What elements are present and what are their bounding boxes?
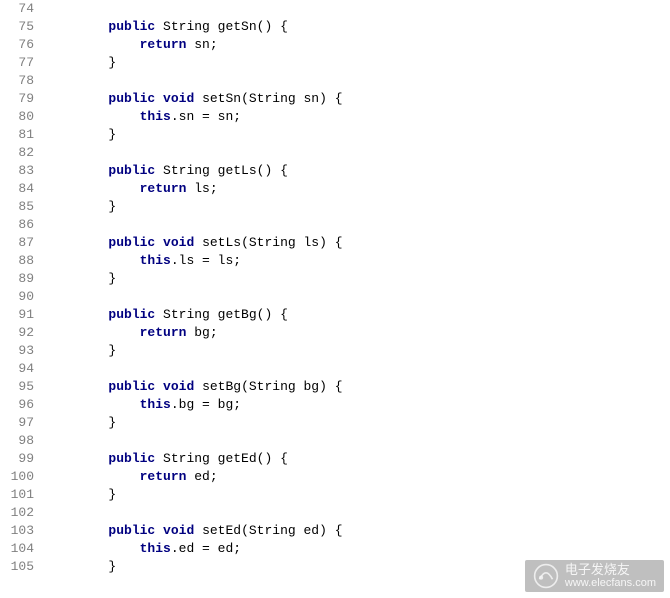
line-number: 74 [0,0,34,18]
code-line[interactable]: this.ls = ls; [46,252,343,270]
keyword: public [108,19,155,34]
keyword: void [163,379,194,394]
keyword: void [163,91,194,106]
line-number: 89 [0,270,34,288]
keyword: public [108,91,155,106]
keyword: return [140,181,187,196]
line-number: 98 [0,432,34,450]
keyword: return [140,469,187,484]
code-line[interactable]: return ls; [46,180,343,198]
line-number: 102 [0,504,34,522]
code-line[interactable]: return sn; [46,36,343,54]
code-area[interactable]: public String getSn() { return sn; } pub… [40,0,343,576]
code-line[interactable]: } [46,270,343,288]
line-number: 95 [0,378,34,396]
code-line[interactable]: } [46,126,343,144]
code-line[interactable]: } [46,414,343,432]
code-line[interactable] [46,288,343,306]
code-line[interactable] [46,360,343,378]
line-number: 96 [0,396,34,414]
line-number: 88 [0,252,34,270]
code-line[interactable]: } [46,342,343,360]
code-line[interactable] [46,0,343,18]
code-line[interactable]: public void setBg(String bg) { [46,378,343,396]
keyword: public [108,235,155,250]
line-number: 81 [0,126,34,144]
line-number: 90 [0,288,34,306]
code-line[interactable]: public void setLs(String ls) { [46,234,343,252]
keyword: public [108,451,155,466]
keyword: this [140,253,171,268]
keyword: void [163,523,194,538]
code-line[interactable]: public void setEd(String ed) { [46,522,343,540]
line-number: 101 [0,486,34,504]
line-number: 91 [0,306,34,324]
code-line[interactable] [46,144,343,162]
code-line[interactable]: public void setSn(String sn) { [46,90,343,108]
line-number: 76 [0,36,34,54]
line-number: 99 [0,450,34,468]
code-line[interactable]: } [46,198,343,216]
keyword: return [140,325,187,340]
code-line[interactable]: this.bg = bg; [46,396,343,414]
line-number: 105 [0,558,34,576]
code-line[interactable] [46,432,343,450]
keyword: this [140,109,171,124]
keyword: return [140,37,187,52]
line-number: 104 [0,540,34,558]
line-number: 84 [0,180,34,198]
code-line[interactable]: public String getSn() { [46,18,343,36]
code-line[interactable]: return bg; [46,324,343,342]
code-line[interactable]: public String getEd() { [46,450,343,468]
line-number: 103 [0,522,34,540]
keyword: public [108,379,155,394]
line-number: 83 [0,162,34,180]
code-line[interactable]: return ed; [46,468,343,486]
code-line[interactable] [46,216,343,234]
line-number: 93 [0,342,34,360]
code-line[interactable]: public String getLs() { [46,162,343,180]
code-line[interactable]: } [46,54,343,72]
keyword: public [108,523,155,538]
line-number: 78 [0,72,34,90]
code-line[interactable] [46,504,343,522]
keyword: this [140,397,171,412]
line-number-gutter: 7475767778798081828384858687888990919293… [0,0,40,576]
code-line[interactable] [46,72,343,90]
line-number: 82 [0,144,34,162]
code-line[interactable]: public String getBg() { [46,306,343,324]
keyword: void [163,235,194,250]
line-number: 80 [0,108,34,126]
line-number: 92 [0,324,34,342]
line-number: 77 [0,54,34,72]
keyword: public [108,307,155,322]
keyword: public [108,163,155,178]
line-number: 75 [0,18,34,36]
line-number: 97 [0,414,34,432]
code-line[interactable]: this.ed = ed; [46,540,343,558]
keyword: this [140,541,171,556]
watermark-url: www.elecfans.com [565,577,656,589]
line-number: 85 [0,198,34,216]
code-line[interactable]: this.sn = sn; [46,108,343,126]
code-line[interactable]: } [46,558,343,576]
code-editor[interactable]: 7475767778798081828384858687888990919293… [0,0,670,576]
line-number: 86 [0,216,34,234]
code-line[interactable]: } [46,486,343,504]
line-number: 87 [0,234,34,252]
line-number: 79 [0,90,34,108]
line-number: 94 [0,360,34,378]
line-number: 100 [0,468,34,486]
